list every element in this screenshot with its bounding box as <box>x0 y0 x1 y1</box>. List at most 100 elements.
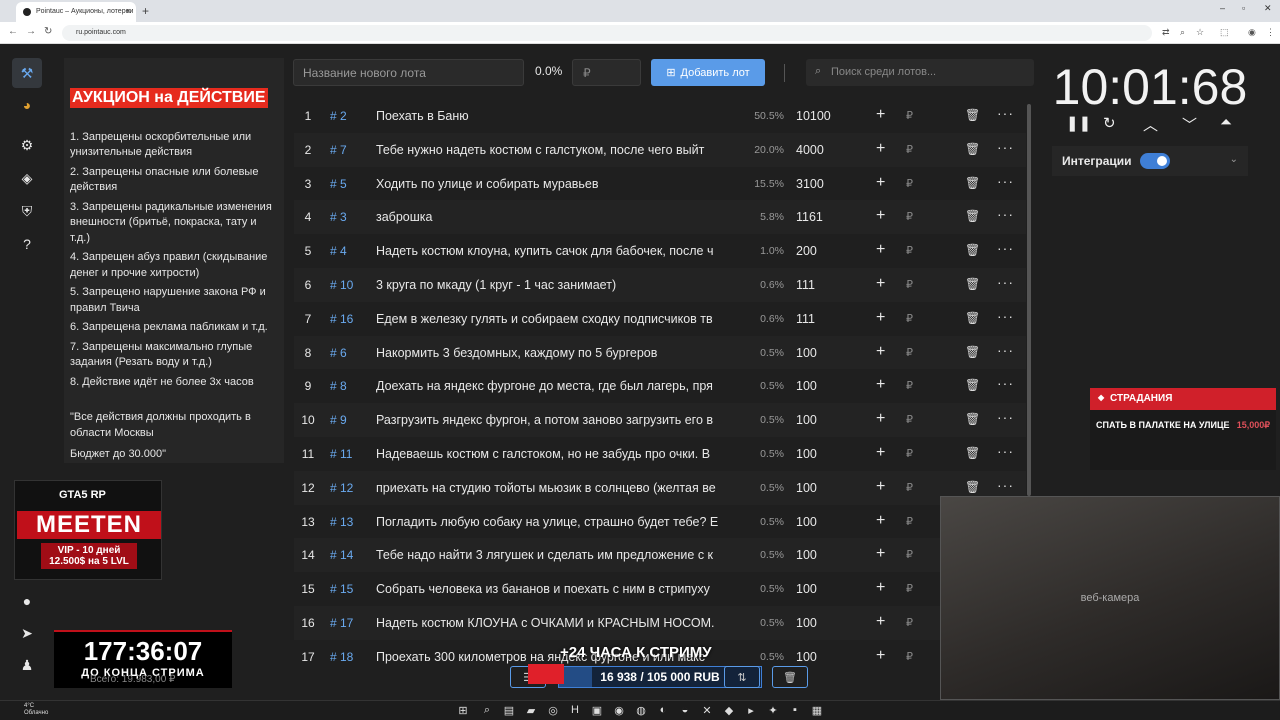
lot-id-link[interactable]: # 9 <box>330 413 347 427</box>
currency-icon[interactable]: ₽ <box>906 346 913 359</box>
add-amount-icon[interactable]: + <box>876 343 885 361</box>
more-options-icon[interactable]: ··· <box>997 173 1014 189</box>
more-options-icon[interactable]: ··· <box>997 409 1014 425</box>
chevron-up-icon[interactable]: ︿ <box>1143 114 1158 135</box>
lot-row[interactable]: 14 # 14 Тебе надо найти 3 лягушек и сделат… <box>294 538 1026 573</box>
lots-scrollbar[interactable] <box>1027 104 1031 496</box>
sidebar-item-wheel[interactable]: ◕ <box>12 90 42 120</box>
lot-row[interactable]: 8 # 6 Накормить 3 бездомных, каждому по 5 … <box>294 335 1026 370</box>
new-lot-input[interactable]: Название нового лота <box>293 59 524 86</box>
lot-name[interactable]: Надеть костюм клоуна, купить сачок для б… <box>376 244 736 258</box>
currency-icon[interactable]: ₽ <box>906 413 913 426</box>
lot-amount[interactable]: 100 <box>796 447 817 461</box>
add-amount-icon[interactable]: + <box>876 444 885 462</box>
clear-button[interactable]: 🗑 <box>772 666 808 688</box>
lot-amount[interactable]: 10100 <box>796 109 831 123</box>
currency-icon[interactable]: ₽ <box>906 447 913 460</box>
app-icon[interactable]: ▪ <box>788 704 802 718</box>
add-lot-button[interactable]: ⊞ Добавить лот <box>651 59 765 86</box>
lot-name[interactable]: Надеть костюм КЛОУНА с ОЧКАМИ и КРАСНЫМ … <box>376 616 736 630</box>
delete-lot-icon[interactable]: 🗑 <box>965 480 980 494</box>
lot-amount[interactable]: 100 <box>796 650 817 664</box>
lot-name[interactable]: Ходить по улице и собирать муравьев <box>376 177 736 191</box>
integrations-toggle[interactable] <box>1140 153 1170 169</box>
lot-name[interactable]: Тебе надо найти 3 лягушек и сделать им п… <box>376 548 736 562</box>
lot-amount[interactable]: 100 <box>796 481 817 495</box>
minimize-icon[interactable]: – <box>1220 3 1225 13</box>
lot-amount[interactable]: 100 <box>796 616 817 630</box>
more-options-icon[interactable]: ··· <box>997 240 1014 256</box>
menu-icon[interactable]: ⋮ <box>1266 27 1275 38</box>
lot-id-link[interactable]: # 12 <box>330 481 353 495</box>
app-icon[interactable]: H <box>568 704 582 718</box>
bookmark-star-icon[interactable]: ☆ <box>1196 27 1204 38</box>
more-options-icon[interactable]: ··· <box>997 308 1014 324</box>
add-amount-icon[interactable]: + <box>876 241 885 259</box>
lot-id-link[interactable]: # 16 <box>330 312 353 326</box>
sidebar-item-github[interactable]: ● <box>12 586 42 616</box>
lot-id-link[interactable]: # 5 <box>330 177 347 191</box>
lot-row[interactable]: 4 # 3 заброшка 5.8% 1161 + ₽ ··· 🗑 <box>294 200 1026 235</box>
lot-amount[interactable]: 100 <box>796 582 817 596</box>
more-options-icon[interactable]: ··· <box>997 477 1014 493</box>
url-field[interactable]: ru.pointauc.com <box>62 25 1152 41</box>
currency-icon[interactable]: ₽ <box>906 210 913 223</box>
add-amount-icon[interactable]: + <box>876 140 885 158</box>
delete-lot-icon[interactable]: 🗑 <box>965 378 980 392</box>
more-options-icon[interactable]: ··· <box>997 139 1014 155</box>
app-icon[interactable]: ▦ <box>810 704 824 718</box>
add-amount-icon[interactable]: + <box>876 647 885 665</box>
currency-icon[interactable]: ₽ <box>906 650 913 663</box>
lot-name[interactable]: Поехать в Баню <box>376 109 736 123</box>
delete-lot-icon[interactable]: 🗑 <box>965 108 980 122</box>
chevron-down-icon[interactable]: ⌄ <box>1230 154 1238 165</box>
file-explorer-icon[interactable]: ▤ <box>502 704 516 718</box>
sidebar-item-auction[interactable]: ⚒ <box>12 58 42 88</box>
lot-name[interactable]: заброшка <box>376 210 736 224</box>
weather-widget[interactable]: 4°C Облачно <box>24 703 48 717</box>
lot-name[interactable]: Надеваешь костюм с галстоком, но не забу… <box>376 447 736 461</box>
app-icon[interactable]: ▣ <box>590 704 604 718</box>
lot-id-link[interactable]: # 4 <box>330 244 347 258</box>
add-amount-icon[interactable]: + <box>876 579 885 597</box>
lot-amount[interactable]: 100 <box>796 515 817 529</box>
translate-icon[interactable]: ⇄ <box>1162 27 1170 38</box>
currency-icon[interactable]: ₽ <box>906 548 913 561</box>
delete-lot-icon[interactable]: 🗑 <box>965 142 980 156</box>
forward-icon[interactable]: → <box>26 26 36 37</box>
lot-row[interactable]: 10 # 9 Разгрузить яндекс фургон, а потом з… <box>294 403 1026 437</box>
discord-icon[interactable]: ◍ <box>634 704 648 718</box>
lot-name[interactable]: Едем в железку гулять и собираем сходку … <box>376 312 736 326</box>
chevron-down-icon[interactable]: ﹀ <box>1182 114 1197 135</box>
lot-id-link[interactable]: # 11 <box>330 447 352 461</box>
add-amount-icon[interactable]: + <box>876 512 885 530</box>
lot-id-link[interactable]: # 8 <box>330 379 347 393</box>
lot-amount[interactable]: 200 <box>796 244 817 258</box>
lot-name[interactable]: Собрать человека из бананов и поехать с … <box>376 582 736 596</box>
delete-lot-icon[interactable]: 🗑 <box>965 446 980 460</box>
lot-row[interactable]: 13 # 13 Погладить любую собаку на улице, с… <box>294 505 1026 539</box>
currency-icon[interactable]: ₽ <box>906 515 913 528</box>
lot-search-input[interactable]: ⌕ Поиск среди лотов... <box>806 59 1034 86</box>
lot-id-link[interactable]: # 10 <box>330 278 353 292</box>
currency-icon[interactable]: ₽ <box>906 143 913 156</box>
zoom-icon[interactable]: ⌕ <box>1180 27 1185 38</box>
add-amount-icon[interactable]: + <box>876 275 885 293</box>
delete-lot-icon[interactable]: 🗑 <box>965 311 980 325</box>
sort-button[interactable]: ⇅ <box>724 666 760 688</box>
profile-icon[interactable]: ◉ <box>1248 27 1256 38</box>
delete-lot-icon[interactable]: 🗑 <box>965 176 980 190</box>
more-options-icon[interactable]: ··· <box>997 443 1014 459</box>
lot-amount[interactable]: 4000 <box>796 143 824 157</box>
lot-name[interactable]: Накормить 3 бездомных, каждому по 5 бург… <box>376 346 736 360</box>
lot-name[interactable]: Доехать на яндекс фургоне до места, где … <box>376 379 736 393</box>
add-amount-icon[interactable]: + <box>876 207 885 225</box>
lot-row[interactable]: 15 # 15 Собрать человека из бананов и поех… <box>294 572 1026 606</box>
sidebar-item-profile[interactable]: ♟ <box>12 650 42 680</box>
windows-start-icon[interactable]: ⊞ <box>456 704 470 718</box>
currency-icon[interactable]: ₽ <box>906 379 913 392</box>
sidebar-item-shield[interactable]: ⛨ <box>12 196 42 226</box>
add-amount-icon[interactable]: + <box>876 309 885 327</box>
lot-amount[interactable]: 111 <box>796 312 815 326</box>
extensions-icon[interactable]: ⬚ <box>1220 27 1229 38</box>
